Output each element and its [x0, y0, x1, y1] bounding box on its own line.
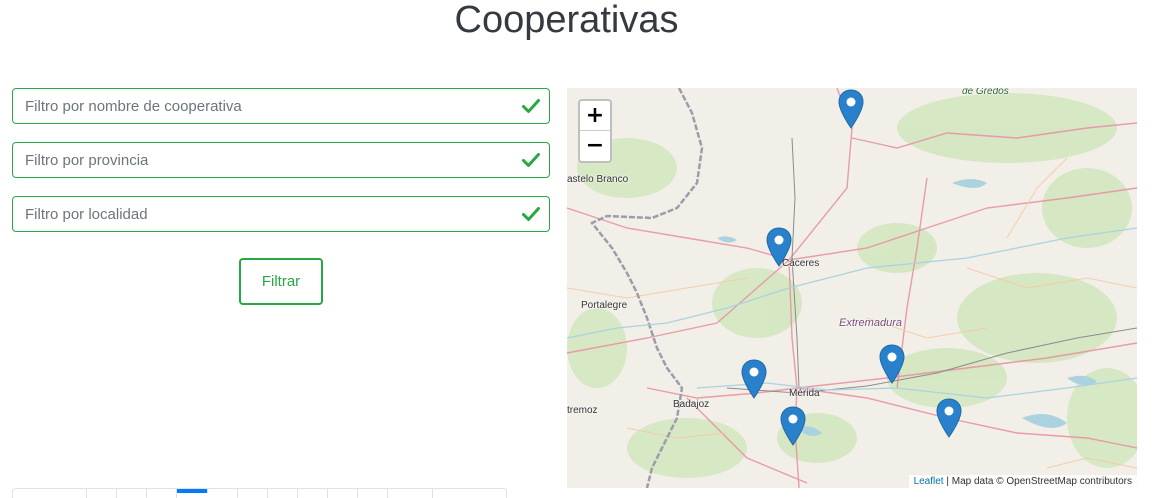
region-label-extremadura: Extremadura: [839, 317, 902, 329]
page-link[interactable]: [328, 489, 359, 498]
page-link[interactable]: [433, 489, 506, 498]
map-pin-icon[interactable]: [838, 89, 864, 129]
map-pin-icon[interactable]: [879, 344, 905, 384]
page-link[interactable]: [388, 489, 434, 498]
place-label-gredos: de Gredos: [962, 88, 1009, 97]
map-pin-icon[interactable]: [766, 227, 792, 267]
page-link[interactable]: [147, 489, 178, 498]
check-icon: [522, 207, 540, 221]
map[interactable]: de Gredos astelo Branco Cáceres Portaleg…: [567, 88, 1137, 488]
map-pin-icon[interactable]: [741, 359, 767, 399]
page-link[interactable]: [117, 489, 148, 498]
map-attribution: Leaflet | Map data © OpenStreetMap contr…: [908, 475, 1137, 488]
page-link[interactable]: [268, 489, 298, 498]
cooperative-name-input[interactable]: [13, 89, 517, 123]
place-label-castelo-branco: astelo Branco: [567, 174, 629, 185]
map-tiles: [567, 88, 1137, 488]
page-link[interactable]: [87, 489, 118, 498]
locality-input[interactable]: [13, 197, 517, 231]
page-link[interactable]: [238, 489, 268, 498]
page-link[interactable]: [208, 489, 238, 498]
filter-button[interactable]: Filtrar: [239, 258, 323, 305]
place-label-merida: Mérida: [789, 388, 820, 399]
page-link[interactable]: [298, 489, 329, 498]
page-title: Cooperativas: [454, 0, 679, 41]
province-filter[interactable]: [12, 142, 550, 178]
zoom-control: + −: [578, 99, 612, 163]
leaflet-link[interactable]: Leaflet: [914, 476, 944, 487]
attribution-text: | Map data © OpenStreetMap contributors: [943, 476, 1132, 487]
locality-filter[interactable]: [12, 196, 550, 232]
check-icon: [522, 99, 540, 113]
page-link[interactable]: [13, 489, 87, 498]
pagination: [12, 488, 507, 498]
place-label-badajoz: Badajoz: [673, 399, 710, 410]
province-input[interactable]: [13, 143, 517, 177]
zoom-out-button[interactable]: −: [580, 131, 610, 161]
page-link[interactable]: [358, 489, 389, 498]
check-icon: [522, 153, 540, 167]
cooperative-name-filter[interactable]: [12, 88, 550, 124]
zoom-in-button[interactable]: +: [580, 101, 610, 131]
page-link-active[interactable]: [177, 489, 208, 493]
place-label-portalegre: Portalegre: [581, 300, 628, 311]
place-label-estremoz: tremoz: [567, 405, 598, 416]
map-pin-icon[interactable]: [936, 398, 962, 438]
map-pin-icon[interactable]: [780, 406, 806, 446]
